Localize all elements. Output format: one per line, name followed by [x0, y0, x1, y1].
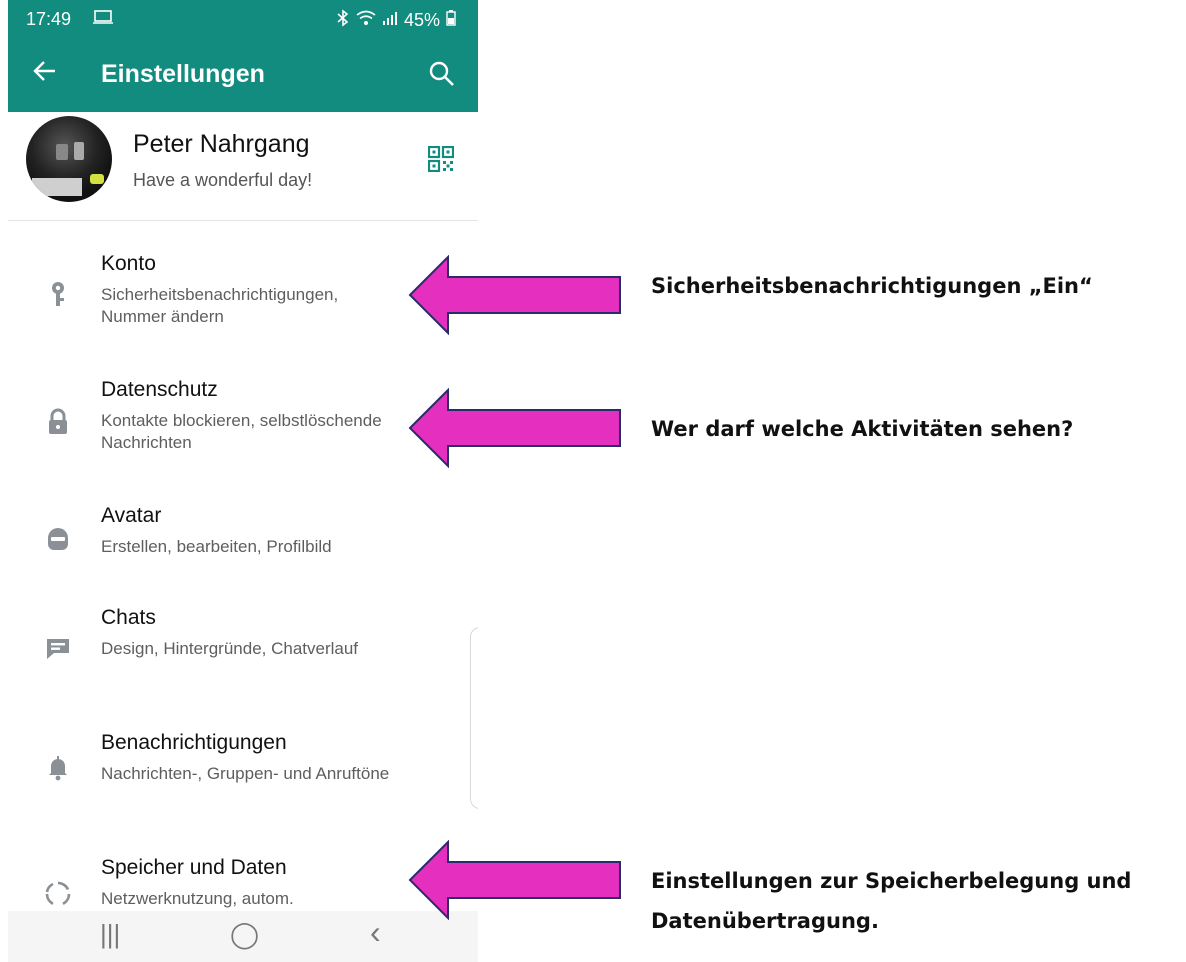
home-button[interactable]: ◯ [230, 919, 259, 950]
settings-item-benachrichtigungen[interactable]: Benachrichtigungen Nachrichten-, Gruppen… [8, 731, 478, 811]
settings-item-sub: Nachrichten-, Gruppen- und Anruftöne [101, 764, 390, 783]
nav-back-button[interactable]: ‹ [370, 914, 381, 951]
settings-item-avatar[interactable]: Avatar Erstellen, bearbeiten, Profilbild [8, 504, 478, 564]
battery-percent: 45% [403, 10, 440, 30]
app-bar: Einstellungen [8, 40, 478, 112]
annotation-speicher-line1: Einstellungen zur Speicherbelegung und [651, 869, 1132, 893]
phone-screen: 17:49 45% Einstellungen Peter Nahrgang H… [8, 0, 478, 962]
avatar-icon [44, 524, 72, 552]
settings-item-sub: Netzwerknutzung, autom. [101, 889, 294, 908]
settings-item-label: Konto [101, 252, 156, 275]
storage-icon [44, 880, 72, 908]
scrollbar[interactable] [470, 627, 478, 809]
settings-item-sub: Kontakte blockieren, selbstlöschende Nac… [101, 411, 382, 452]
profile-status: Have a wonderful day! [133, 170, 313, 190]
back-arrow-icon[interactable] [32, 58, 58, 90]
annotation-datenschutz: Wer darf welche Aktivitäten sehen? [651, 417, 1074, 441]
settings-item-sub: Erstellen, bearbeiten, Profilbild [101, 537, 332, 556]
key-icon [44, 280, 72, 308]
annotation-arrow-konto [408, 255, 621, 335]
profile-name: Peter Nahrgang [133, 130, 310, 158]
profile-row[interactable]: Peter Nahrgang Have a wonderful day! [8, 112, 478, 220]
avatar[interactable] [26, 116, 112, 202]
recents-button[interactable]: ||| [100, 919, 120, 950]
chat-icon [44, 634, 72, 662]
bluetooth-icon [336, 9, 350, 32]
annotation-arrow-speicher [408, 840, 621, 920]
annotation-speicher-line2: Datenübertragung. [651, 909, 879, 933]
annotation-arrow-datenschutz [408, 388, 621, 468]
settings-item-label: Speicher und Daten [101, 856, 287, 879]
settings-item-label: Avatar [101, 504, 162, 527]
bell-icon [44, 753, 72, 781]
settings-item-label: Datenschutz [101, 378, 218, 401]
settings-item-label: Benachrichtigungen [101, 731, 287, 754]
search-icon[interactable] [428, 60, 456, 88]
page-title: Einstellungen [101, 60, 265, 88]
settings-item-sub: Sicherheitsbenachrichtigungen, Nummer än… [101, 285, 339, 326]
qr-code-icon[interactable] [427, 145, 455, 173]
signal-icon [382, 10, 398, 31]
lock-icon [44, 408, 72, 436]
settings-item-chats[interactable]: Chats Design, Hintergründe, Chatverlauf [8, 606, 478, 686]
annotation-konto: Sicherheitsbenachrichtigungen „Ein“ [651, 274, 1093, 298]
status-bar: 17:49 45% [8, 0, 478, 40]
divider [8, 220, 478, 221]
battery-icon [446, 10, 456, 31]
status-right: 45% [336, 9, 456, 32]
settings-item-label: Chats [101, 606, 156, 629]
settings-item-sub: Design, Hintergründe, Chatverlauf [101, 639, 359, 658]
status-time: 17:49 [26, 9, 72, 29]
wifi-icon [356, 10, 376, 31]
screen-cast-icon [93, 9, 113, 30]
